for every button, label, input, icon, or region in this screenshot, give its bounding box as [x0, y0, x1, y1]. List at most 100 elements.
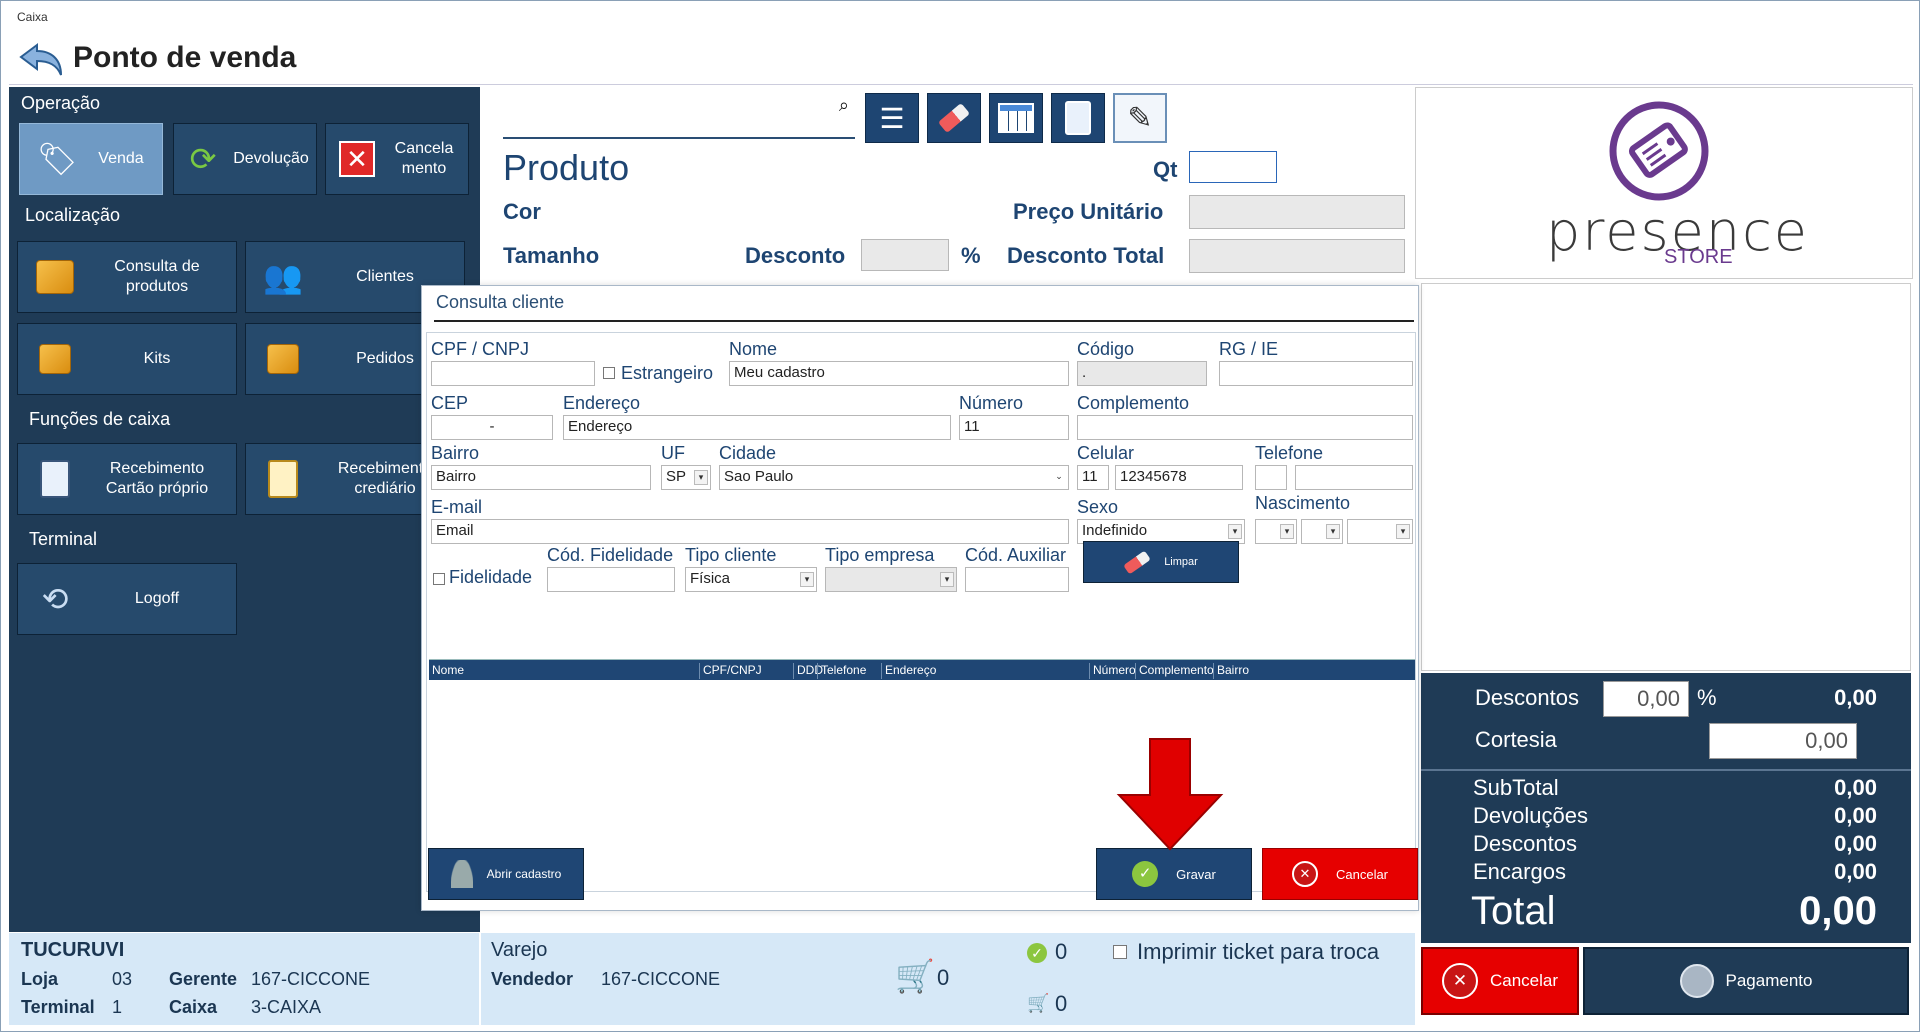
cep-label: CEP: [431, 393, 469, 413]
cpf-label: CPF / CNPJ: [431, 339, 530, 359]
vendedor-label: Vendedor: [491, 969, 574, 989]
descontos2-value: 0,00: [1834, 831, 1877, 856]
celular-input[interactable]: 12345678: [1115, 465, 1243, 490]
col-bairro[interactable]: Bairro: [1213, 663, 1249, 679]
desconto-label: Desconto: [745, 243, 846, 268]
col-complemento[interactable]: Complemento: [1135, 663, 1214, 679]
nascimento-ano-select[interactable]: ▾: [1347, 519, 1413, 544]
bairro-label: Bairro: [431, 443, 480, 463]
col-endereco[interactable]: Endereço: [881, 663, 936, 679]
endereco-input[interactable]: Endereço: [563, 415, 951, 440]
tipo-empresa-select[interactable]: ▾: [825, 567, 957, 592]
desconto-input[interactable]: [861, 239, 949, 271]
bairro-input[interactable]: Bairro: [431, 465, 651, 490]
descontos2-label: Descontos: [1473, 831, 1577, 856]
cancelar-dialog-button[interactable]: ✕ Cancelar: [1262, 848, 1418, 900]
clipboard-icon: [1065, 101, 1091, 135]
col-cpf[interactable]: CPF/CNPJ: [699, 663, 762, 679]
table-header: Nome CPF/CNPJ DDD Telefone Endereço Núme…: [429, 660, 1415, 680]
nascimento-dia-select[interactable]: ▾: [1255, 519, 1297, 544]
celular-label: Celular: [1077, 443, 1135, 463]
chevron-down-icon: ▾: [694, 470, 708, 485]
cancelamento-button[interactable]: ✕ Cancela mento: [325, 123, 469, 195]
devolucao-button[interactable]: ⟳ Devolução: [173, 123, 317, 195]
abrir-cadastro-button[interactable]: Abrir cadastro: [428, 848, 584, 900]
email-input[interactable]: Email: [431, 519, 1069, 544]
menu-button[interactable]: ☰: [865, 93, 919, 143]
total-value: 0,00: [1799, 889, 1877, 933]
close-icon: ✕: [1441, 963, 1478, 999]
col-telefone[interactable]: Telefone: [817, 663, 866, 679]
refresh-icon: ⟳: [189, 141, 217, 177]
codigo-input[interactable]: .: [1077, 361, 1207, 386]
limpar-button[interactable]: Limpar: [1083, 541, 1239, 583]
sale-info: Varejo Vendedor 167-CICCONE 🛒 0 ✓ 0 🛒 0 …: [481, 933, 1415, 1025]
receb-cred-label-1: Recebimento: [337, 460, 433, 477]
nascimento-mes-select[interactable]: ▾: [1301, 519, 1343, 544]
cpf-input[interactable]: [431, 361, 595, 386]
celular-ddd-input[interactable]: 11: [1077, 465, 1109, 490]
complemento-input[interactable]: [1077, 415, 1413, 440]
vendedor-value: 167-CICCONE: [601, 969, 721, 989]
estrangeiro-checkbox[interactable]: [603, 367, 615, 379]
descontos-input[interactable]: 0,00: [1603, 681, 1689, 717]
sync-icon: ⟲: [41, 581, 69, 617]
clientes-label: Clientes: [356, 268, 414, 285]
divider: [1421, 769, 1911, 771]
preco-unitario-input[interactable]: [1189, 195, 1405, 229]
numero-input[interactable]: 11: [959, 415, 1069, 440]
col-numero[interactable]: Número: [1089, 663, 1136, 679]
uf-select[interactable]: SP ▾: [661, 465, 711, 490]
descontos-value: 0,00: [1834, 685, 1877, 710]
tipo-cliente-select[interactable]: Física ▾: [685, 567, 817, 592]
page-title: Ponto de venda: [73, 41, 297, 74]
search-input[interactable]: [503, 89, 823, 133]
cor-label: Cor: [503, 199, 541, 224]
rg-input[interactable]: [1219, 361, 1413, 386]
qt-input[interactable]: [1189, 151, 1277, 183]
telefone-ddd-input[interactable]: [1255, 465, 1287, 490]
edit-note-button[interactable]: ✎: [1113, 93, 1167, 143]
caixa-value: 3-CAIXA: [251, 997, 322, 1017]
nome-label: Nome: [729, 339, 778, 359]
cod-fidelidade-label: Cód. Fidelidade: [547, 545, 674, 565]
devolucao-label: Devolução: [233, 150, 309, 167]
venda-button[interactable]: 🏷 Venda: [19, 123, 163, 195]
cancelar-venda-button[interactable]: ✕ Cancelar: [1421, 947, 1579, 1015]
chevron-down-icon: ▾: [1396, 524, 1410, 539]
cart-icon: 🛒: [895, 958, 935, 994]
loja-value: 03: [112, 969, 133, 989]
gravar-button[interactable]: ✓ Gravar: [1096, 848, 1252, 900]
recebimento-cartao-button[interactable]: Recebimento Cartão próprio: [17, 443, 237, 515]
subtotal-value: 0,00: [1834, 775, 1877, 800]
nome-input[interactable]: Meu cadastro: [729, 361, 1069, 386]
telefone-input[interactable]: [1295, 465, 1413, 490]
eraser-button[interactable]: [927, 93, 981, 143]
pagamento-button[interactable]: Pagamento: [1583, 947, 1909, 1015]
uf-label: UF: [661, 443, 685, 463]
cep-input[interactable]: -: [431, 415, 553, 440]
kits-button[interactable]: Kits: [17, 323, 237, 395]
section-funcoes: Funções de caixa: [29, 409, 171, 429]
back-arrow-icon[interactable]: [17, 39, 65, 79]
search-icon[interactable]: ⌕: [839, 95, 849, 116]
col-nome[interactable]: Nome: [429, 663, 464, 679]
preco-unitario-label: Preço Unitário: [1013, 199, 1164, 224]
cidade-select[interactable]: Sao Paulo ⌄: [719, 465, 1069, 490]
consulta-produtos-button[interactable]: Consulta de produtos: [17, 241, 237, 313]
cod-fidelidade-input[interactable]: [547, 567, 675, 592]
grid-button[interactable]: [989, 93, 1043, 143]
clipboard-button[interactable]: [1051, 93, 1105, 143]
cortesia-input[interactable]: 0,00: [1709, 723, 1857, 759]
logoff-button[interactable]: ⟲ Logoff: [17, 563, 237, 635]
imprimir-checkbox[interactable]: [1113, 945, 1127, 959]
fidelidade-checkbox[interactable]: [433, 573, 445, 585]
codigo-label: Código: [1077, 339, 1135, 359]
check-icon: ✓: [1132, 861, 1159, 887]
consulta-cliente-dialog: Consulta cliente CPF / CNPJ Estrangeiro …: [421, 285, 1419, 911]
cod-auxiliar-input[interactable]: [965, 567, 1069, 592]
section-operacao: Operação: [21, 93, 101, 113]
cod-auxiliar-label: Cód. Auxiliar: [965, 545, 1067, 565]
desconto-total-input[interactable]: [1189, 239, 1405, 273]
cart2-count: 0: [1055, 991, 1068, 1016]
